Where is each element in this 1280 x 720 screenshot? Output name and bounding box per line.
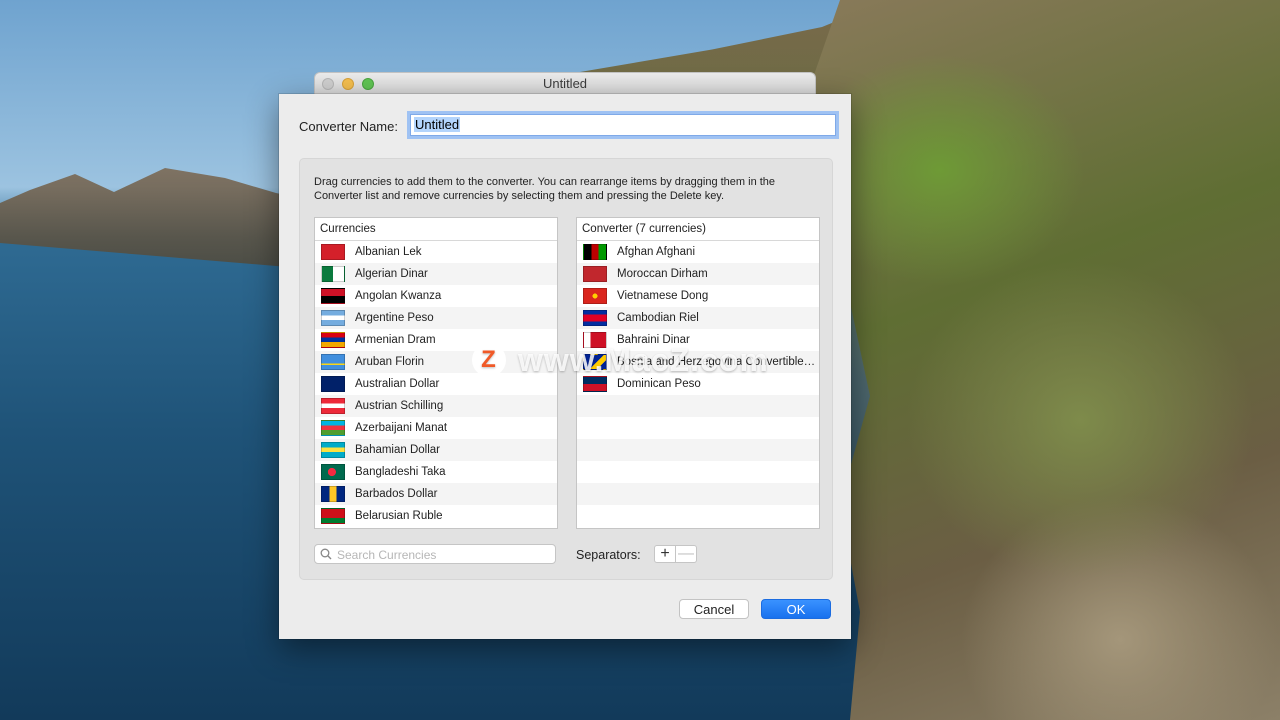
converter-name-value: Untitled	[414, 117, 461, 132]
flag-armenia-icon	[321, 332, 345, 348]
converter-list-header: Converter (7 currencies)	[577, 218, 819, 241]
currencies-list-header: Currencies	[315, 218, 557, 241]
list-item-label: Algerian Dinar	[355, 268, 428, 280]
list-item-label: Bosnia and Herzegovina Convertible…	[617, 356, 816, 368]
list-item[interactable]: Barbados Dollar	[315, 483, 557, 505]
list-item-label: Vietnamese Dong	[617, 290, 709, 302]
cancel-button[interactable]: Cancel	[679, 599, 749, 619]
flag-algeria-icon	[321, 266, 345, 282]
list-item-label: Barbados Dollar	[355, 488, 438, 500]
flag-morocco-icon	[583, 266, 607, 282]
window-title: Untitled	[542, 76, 588, 91]
list-item-label: Argentine Peso	[355, 312, 434, 324]
currencies-list[interactable]: Currencies Albanian Lek Algerian Dinar Ang…	[314, 217, 558, 529]
converter-name-input[interactable]: Untitled	[410, 114, 836, 136]
list-item[interactable]: Angolan Kwanza	[315, 285, 557, 307]
list-item-label: Moroccan Dirham	[617, 268, 708, 280]
converter-sheet: Converter Name: Untitled Drag currencies…	[279, 94, 851, 639]
flag-austria-icon	[321, 398, 345, 414]
list-item[interactable]: Cambodian Riel	[577, 307, 819, 329]
list-item[interactable]: Bangladeshi Taka	[315, 461, 557, 483]
list-item-label: Bahraini Dinar	[617, 334, 690, 346]
flag-albania-icon	[321, 244, 345, 260]
list-item-label: Albanian Lek	[355, 246, 422, 258]
add-separator-button[interactable]: +	[654, 545, 676, 563]
list-item[interactable]: Algerian Dinar	[315, 263, 557, 285]
remove-separator-button[interactable]: —	[675, 545, 697, 563]
list-item-label: Bangladeshi Taka	[355, 466, 446, 478]
flag-barbados-icon	[321, 486, 345, 502]
list-item-label: Dominican Peso	[617, 378, 701, 390]
list-item[interactable]: Dominican Peso	[577, 373, 819, 395]
flag-aruba-icon	[321, 354, 345, 370]
empty-row	[577, 439, 819, 461]
search-placeholder: Search Currencies	[337, 548, 437, 562]
flag-belarus-icon	[321, 508, 345, 524]
empty-row	[577, 395, 819, 417]
list-item[interactable]: Argentine Peso	[315, 307, 557, 329]
desktop-cliffs	[810, 0, 1280, 720]
currency-group-box: Drag currencies to add them to the conve…	[299, 158, 833, 580]
list-item-label: Bahamian Dollar	[355, 444, 441, 456]
separators-label: Separators:	[576, 548, 641, 562]
list-item-label: Austrian Schilling	[355, 400, 444, 412]
ok-button[interactable]: OK	[761, 599, 831, 619]
list-item-label: Aruban Florin	[355, 356, 425, 368]
flag-australia-icon	[321, 376, 345, 392]
list-item[interactable]: Belarusian Ruble	[315, 505, 557, 527]
flag-dominican-republic-icon	[583, 376, 607, 392]
empty-row	[577, 505, 819, 527]
desktop-island	[0, 168, 300, 268]
empty-row	[577, 483, 819, 505]
flag-vietnam-icon	[583, 288, 607, 304]
list-item[interactable]: Azerbaijani Manat	[315, 417, 557, 439]
flag-bahamas-icon	[321, 442, 345, 458]
list-item-label: Australian Dollar	[355, 378, 440, 390]
list-item-label: Armenian Dram	[355, 334, 436, 346]
list-item[interactable]: Moroccan Dirham	[577, 263, 819, 285]
list-item[interactable]: Austrian Schilling	[315, 395, 557, 417]
converter-list[interactable]: Converter (7 currencies) Afghan Afghani M…	[576, 217, 820, 529]
list-item[interactable]: Bahamian Dollar	[315, 439, 557, 461]
flag-bosnia-icon	[583, 354, 607, 370]
list-item-label: Cambodian Riel	[617, 312, 699, 324]
list-item[interactable]: Bahraini Dinar	[577, 329, 819, 351]
list-item[interactable]: Aruban Florin	[315, 351, 557, 373]
list-item[interactable]: Australian Dollar	[315, 373, 557, 395]
list-item-label: Azerbaijani Manat	[355, 422, 448, 434]
flag-argentina-icon	[321, 310, 345, 326]
list-item[interactable]: Afghan Afghani	[577, 241, 819, 263]
list-item[interactable]: Vietnamese Dong	[577, 285, 819, 307]
empty-row	[577, 417, 819, 439]
converter-name-label: Converter Name:	[299, 119, 398, 134]
search-currencies-field[interactable]: Search Currencies	[314, 544, 556, 564]
instructions-text: Drag currencies to add them to the conve…	[314, 176, 776, 202]
list-item[interactable]: Bosnia and Herzegovina Convertible…	[577, 351, 819, 373]
flag-bahrain-icon	[583, 332, 607, 348]
empty-row	[577, 461, 819, 483]
flag-azerbaijan-icon	[321, 420, 345, 436]
list-item[interactable]: Armenian Dram	[315, 329, 557, 351]
window-titlebar[interactable]: Untitled	[314, 72, 816, 95]
search-icon	[320, 548, 332, 560]
list-item-label: Angolan Kwanza	[355, 290, 442, 302]
flag-bangladesh-icon	[321, 464, 345, 480]
list-item[interactable]: Albanian Lek	[315, 241, 557, 263]
flag-angola-icon	[321, 288, 345, 304]
flag-afghanistan-icon	[583, 244, 607, 260]
list-item-label: Afghan Afghani	[617, 246, 696, 258]
list-item-label: Belarusian Ruble	[355, 510, 443, 522]
flag-cambodia-icon	[583, 310, 607, 326]
